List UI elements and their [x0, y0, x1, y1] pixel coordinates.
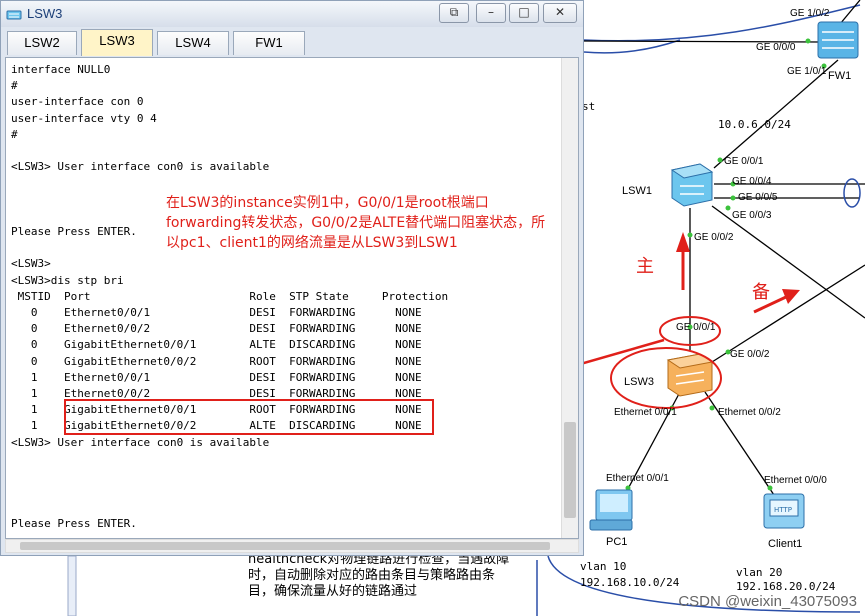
port-label: GE 0/0/1 [724, 156, 764, 167]
port-label: GE 0/0/4 [732, 176, 772, 187]
switch-icon-lsw3[interactable] [666, 353, 714, 397]
svg-text:HTTP: HTTP [774, 506, 792, 514]
port-label: Ethernet 0/0/0 [764, 475, 827, 486]
port-label: Ethernet 0/0/2 [718, 407, 781, 418]
primary-label: 主 [636, 256, 654, 277]
vlan-label: vlan 20 [736, 566, 783, 579]
bottom-note: healthcheck对物理链路进行检查，当遇故障时，自动删除对应的路由条目与策… [248, 552, 520, 600]
subnet-label: 10.0.6.0/24 [718, 118, 791, 131]
port-label: GE 0/0/5 [738, 192, 778, 203]
port-label: GE 0/0/3 [732, 210, 772, 221]
port-label: GE 1/0/1 [787, 66, 827, 77]
device-label-lsw1: LSW1 [622, 185, 652, 197]
port-label: GE 0/0/1 [676, 322, 716, 333]
port-label: GE 1/0/2 [790, 8, 830, 19]
vlan-network: 192.168.10.0/24 [580, 576, 680, 589]
annotation-text: 在LSW3的instance实例1中，G0/0/1是root根端口forward… [166, 193, 546, 253]
port-label: Ethernet 0/0/1 [606, 473, 669, 484]
port-label: GE 0/0/0 [756, 42, 796, 53]
backup-label: 备 [752, 282, 770, 303]
highlight-overlay [64, 399, 434, 435]
firewall-icon[interactable] [817, 21, 859, 59]
port-label: Ethernet 0/0/1 [614, 407, 677, 418]
device-label-client1: Client1 [768, 538, 803, 550]
client-icon[interactable]: HTTP [763, 493, 805, 529]
switch-icon-lsw1[interactable] [670, 163, 714, 207]
port-label: GE 0/0/2 [730, 349, 770, 360]
port-label: GE 0/0/2 [694, 232, 734, 243]
device-label-fw1: FW1 [828, 70, 852, 82]
device-label-lsw3: LSW3 [624, 376, 654, 388]
vlan-network: 192.168.20.0/24 [736, 580, 836, 593]
vlan-label: vlan 10 [580, 560, 627, 573]
watermark: CSDN @weixin_43075093 [678, 593, 857, 610]
device-label-pc1: PC1 [606, 536, 628, 548]
pc-icon[interactable] [589, 489, 633, 531]
